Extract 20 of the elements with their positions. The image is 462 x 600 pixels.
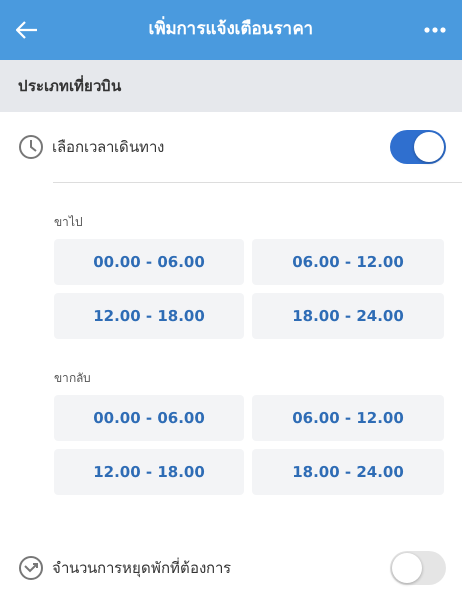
time-slot-button[interactable]: 06.00 - 12.00 — [252, 395, 444, 441]
page-title: เพิ่มการแจ้งเตือนราคา — [148, 17, 314, 43]
time-slot-button[interactable]: 00.00 - 06.00 — [54, 395, 244, 441]
time-slot-button[interactable]: 00.00 - 06.00 — [54, 239, 244, 285]
group-label: ขากลับ — [53, 370, 92, 387]
trend-icon — [18, 555, 44, 581]
time-slot-button[interactable]: 06.00 - 12.00 — [252, 239, 444, 285]
clock-icon — [18, 134, 44, 160]
back-icon[interactable] — [16, 21, 38, 39]
toggle-switch[interactable] — [390, 551, 446, 585]
time-slot-button[interactable]: 12.00 - 18.00 — [54, 449, 244, 495]
toggle-switch[interactable] — [390, 130, 446, 164]
option-label: จำนวนการหยุดพักที่ต้องการ — [52, 556, 232, 580]
more-icon[interactable] — [424, 27, 446, 33]
time-slot-button[interactable]: 18.00 - 24.00 — [252, 449, 444, 495]
time-slot-button[interactable]: 12.00 - 18.00 — [54, 293, 244, 339]
option-label: เลือกเวลาเดินทาง — [52, 136, 165, 158]
section-header: ประเภทเที่ยวบิน — [0, 60, 462, 112]
group-label: ขาไป — [53, 214, 84, 231]
time-slot-button[interactable]: 18.00 - 24.00 — [252, 293, 444, 339]
